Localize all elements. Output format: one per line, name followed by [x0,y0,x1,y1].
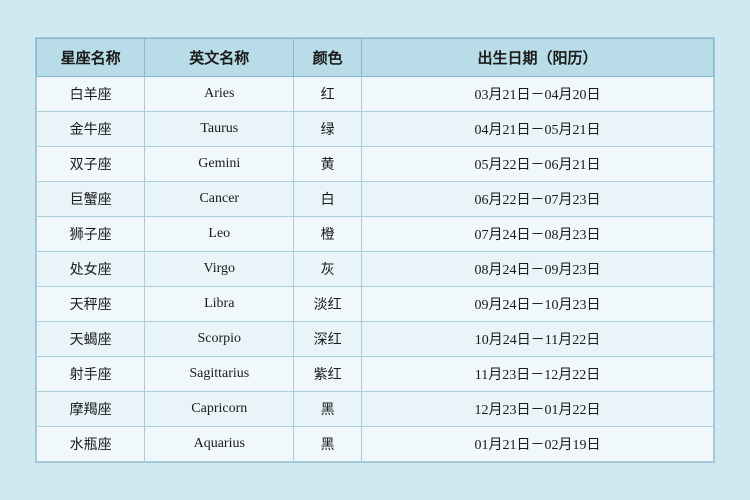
cell-english: Taurus [145,112,294,147]
zodiac-table-container: 星座名称 英文名称 颜色 出生日期（阳历） 白羊座Aries红03月21日－04… [35,37,715,463]
cell-date: 06月22日－07月23日 [361,182,713,217]
header-chinese: 星座名称 [37,39,145,77]
cell-date: 04月21日－05月21日 [361,112,713,147]
table-row: 天秤座Libra淡红09月24日－10月23日 [37,287,714,322]
cell-chinese: 狮子座 [37,217,145,252]
cell-english: Aries [145,77,294,112]
table-row: 处女座Virgo灰08月24日－09月23日 [37,252,714,287]
cell-chinese: 射手座 [37,357,145,392]
table-row: 双子座Gemini黄05月22日－06月21日 [37,147,714,182]
cell-date: 12月23日－01月22日 [361,392,713,427]
cell-chinese: 水瓶座 [37,427,145,462]
cell-color: 绿 [294,112,362,147]
cell-english: Sagittarius [145,357,294,392]
cell-date: 05月22日－06月21日 [361,147,713,182]
table-row: 白羊座Aries红03月21日－04月20日 [37,77,714,112]
cell-date: 09月24日－10月23日 [361,287,713,322]
table-header-row: 星座名称 英文名称 颜色 出生日期（阳历） [37,39,714,77]
cell-english: Capricorn [145,392,294,427]
table-row: 金牛座Taurus绿04月21日－05月21日 [37,112,714,147]
cell-color: 灰 [294,252,362,287]
cell-color: 紫红 [294,357,362,392]
cell-chinese: 金牛座 [37,112,145,147]
table-row: 巨蟹座Cancer白06月22日－07月23日 [37,182,714,217]
table-body: 白羊座Aries红03月21日－04月20日金牛座Taurus绿04月21日－0… [37,77,714,462]
cell-date: 10月24日－11月22日 [361,322,713,357]
cell-chinese: 处女座 [37,252,145,287]
header-english: 英文名称 [145,39,294,77]
cell-chinese: 天秤座 [37,287,145,322]
table-row: 摩羯座Capricorn黑12月23日－01月22日 [37,392,714,427]
cell-color: 黑 [294,392,362,427]
cell-color: 白 [294,182,362,217]
cell-date: 01月21日－02月19日 [361,427,713,462]
cell-color: 黄 [294,147,362,182]
cell-color: 橙 [294,217,362,252]
zodiac-table: 星座名称 英文名称 颜色 出生日期（阳历） 白羊座Aries红03月21日－04… [36,38,714,462]
cell-date: 03月21日－04月20日 [361,77,713,112]
header-date: 出生日期（阳历） [361,39,713,77]
cell-color: 红 [294,77,362,112]
cell-chinese: 双子座 [37,147,145,182]
cell-chinese: 天蝎座 [37,322,145,357]
cell-english: Virgo [145,252,294,287]
cell-english: Cancer [145,182,294,217]
cell-chinese: 巨蟹座 [37,182,145,217]
cell-color: 黑 [294,427,362,462]
cell-english: Leo [145,217,294,252]
header-color: 颜色 [294,39,362,77]
cell-english: Aquarius [145,427,294,462]
table-row: 天蝎座Scorpio深红10月24日－11月22日 [37,322,714,357]
cell-color: 深红 [294,322,362,357]
table-row: 水瓶座Aquarius黑01月21日－02月19日 [37,427,714,462]
cell-date: 11月23日－12月22日 [361,357,713,392]
cell-date: 07月24日－08月23日 [361,217,713,252]
cell-english: Gemini [145,147,294,182]
table-row: 狮子座Leo橙07月24日－08月23日 [37,217,714,252]
cell-color: 淡红 [294,287,362,322]
cell-chinese: 摩羯座 [37,392,145,427]
cell-date: 08月24日－09月23日 [361,252,713,287]
cell-english: Scorpio [145,322,294,357]
cell-chinese: 白羊座 [37,77,145,112]
cell-english: Libra [145,287,294,322]
table-row: 射手座Sagittarius紫红11月23日－12月22日 [37,357,714,392]
